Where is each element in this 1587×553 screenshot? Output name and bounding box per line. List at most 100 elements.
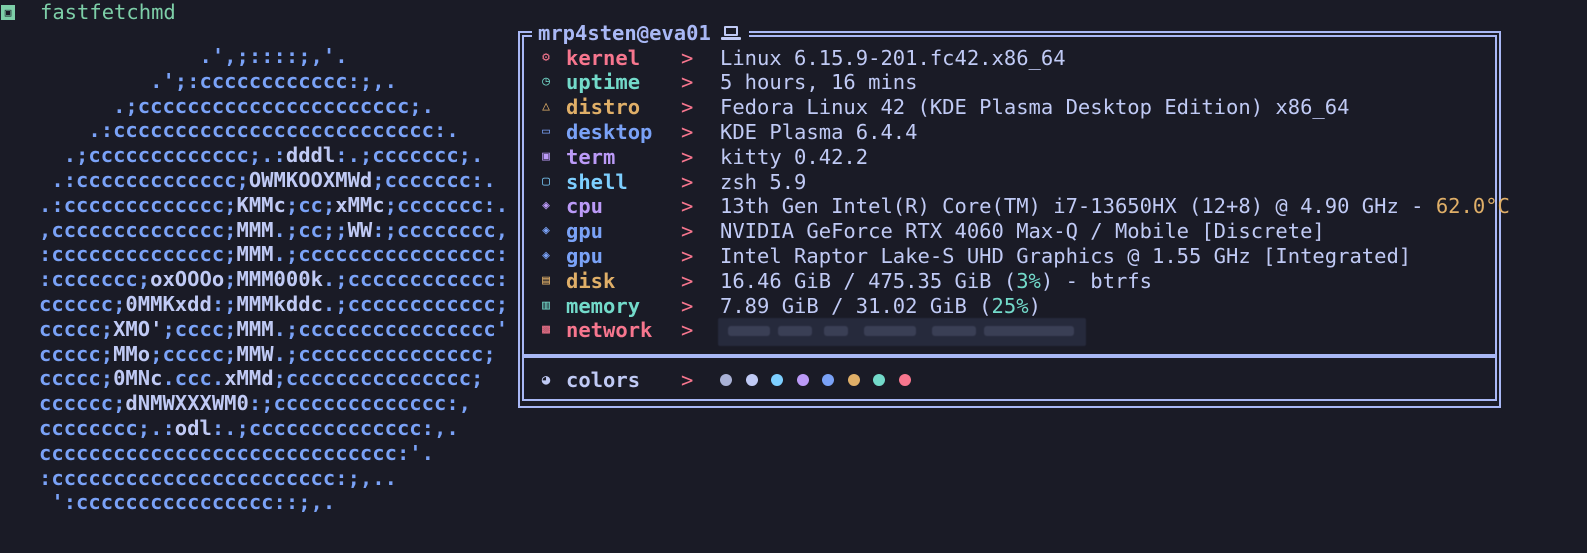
color-swatch (898, 374, 911, 386)
arrow: > (681, 219, 694, 244)
ascii-logo-line: ccccccccccccccccccccccccccccc:'. (2, 440, 434, 465)
value-text: ) (1028, 293, 1041, 318)
usage-percent: 3% (1016, 268, 1041, 293)
info-value: Fedora Linux 42 (KDE Plasma Desktop Edit… (720, 95, 1349, 120)
info-value: 5 hours, 16 mins (720, 70, 917, 95)
info-key: kernel (566, 45, 641, 70)
arrow: > (681, 70, 694, 95)
ascii-logo-line: ':cccccccccccccccc::;,. (2, 490, 336, 515)
terminal-icon: ▣ (1, 4, 15, 20)
info-key: distro (566, 95, 641, 120)
info-key: gpu (566, 219, 604, 244)
ascii-logo-line: :ccccccc;oxOOOo;MMM000k.;cccccccccccc: (2, 267, 509, 292)
clock-icon: ◷ (542, 74, 550, 90)
info-key: memory (566, 293, 641, 318)
ascii-logo-line: ccccc;XMO';cccc;MMM.;cccccccccccccccc' (2, 316, 509, 341)
ascii-logo-line: :ccccccccccccccccccccccc:;,.. (2, 465, 397, 490)
value-text: KDE Plasma 6.4.4 (720, 119, 918, 144)
arrow: > (681, 194, 694, 219)
laptop-icon (720, 26, 741, 40)
arrow: > (681, 268, 694, 293)
info-panel: mrp4sten@eva01 ⚙ kernel > Linux 6.15.9-201.… (518, 21, 1510, 408)
info-value: kitty 0.42.2 (720, 145, 868, 170)
arrow: > (681, 318, 694, 343)
ascii-logo-line: .:ccccccccccccc;OWMKOOXMWd;ccccccc:. (2, 167, 496, 192)
ascii-logo-line: cccccc;dNMWXXXWM0:;cccccccccccccc:, (2, 391, 472, 416)
info-key: desktop (566, 119, 653, 144)
arrow: > (681, 293, 694, 318)
chip-icon: ◈ (542, 247, 550, 263)
redacted-network-value (718, 318, 1086, 347)
info-value: zsh 5.9 (720, 170, 806, 195)
value-text: Fedora Linux 42 (KDE Plasma Desktop Edit… (720, 95, 1350, 120)
value-text: 16.46 GiB / 475.35 GiB ( (720, 268, 1017, 293)
ascii-logo-line: .;ccccccccccccc;.:dddl:.;ccccccc;. (2, 143, 484, 168)
color-swatch (771, 374, 783, 386)
info-value: 13th Gen Intel(R) Core(TM) i7-13650HX (1… (720, 194, 1510, 219)
usage-percent: 25% (991, 293, 1029, 318)
color-swatch (822, 374, 834, 386)
linux-icon: △ (542, 99, 550, 115)
arrow: > (681, 144, 694, 169)
arrow: > (681, 119, 694, 144)
terminal-icon: ▣ (542, 148, 550, 164)
gear-icon: ⚙ (542, 49, 550, 65)
value-text: Linux 6.15.9-201.fc42.x86_64 (720, 45, 1066, 70)
ascii-logo-line: :cccccccccccccc;MMM.;cccccccccccccccc: (2, 242, 509, 267)
arrow: > (681, 45, 694, 70)
colors-key: colors (566, 368, 641, 392)
user-host: mrp4sten@eva01 (538, 21, 711, 45)
ascii-logo-line: cccccccc;.:odl:.;cccccccccccccc:,. (2, 415, 459, 440)
disk-icon: ▤ (542, 272, 550, 288)
ascii-logo-line: .:ccccccccccccc;KMMc;cc;xMMc;ccccccc:. (2, 192, 509, 217)
ascii-logo-line: cccccc;0MMKxdd:;MMMkddc.;cccccccccccc; (2, 291, 509, 316)
value-text: Intel Raptor Lake-S UHD Graphics @ 1.55 … (720, 243, 1412, 268)
info-value: 16.46 GiB / 475.35 GiB (3%) - btrfs (720, 269, 1152, 294)
title-bar: ▣ fastfetchmd (0, 0, 176, 24)
value-text: kitty 0.42.2 (720, 144, 869, 169)
window-title: fastfetchmd (40, 0, 176, 24)
info-key: term (566, 144, 616, 169)
info-value: Intel Raptor Lake-S UHD Graphics @ 1.55 … (720, 244, 1411, 269)
value-text: 5 hours, 16 mins (720, 70, 918, 95)
value-text: ) - btrfs (1040, 268, 1152, 293)
value-text: zsh 5.9 (720, 169, 807, 194)
arrow: > (681, 368, 694, 392)
chip-icon: ◈ (542, 198, 550, 214)
info-key: cpu (566, 194, 604, 219)
chip-icon: ◈ (542, 223, 550, 239)
network-icon: ▩ (542, 322, 550, 338)
info-value: NVIDIA GeForce RTX 4060 Max-Q / Mobile [… (720, 219, 1325, 244)
ascii-logo-line: ccccc;MMo;ccccc;MMW.;ccccccccccccccc; (2, 341, 496, 366)
user-host-header: mrp4sten@eva01 (532, 21, 749, 45)
info-key: network (566, 318, 653, 343)
fedora-ascii-logo: .',;::::;,'. .';:cccccccccccc:;,. .;cccc… (2, 44, 508, 515)
ascii-logo-line: .;cccccccccccccccccccccc;. (2, 93, 434, 118)
ascii-logo-line: .';:cccccccccccc:;,. (2, 68, 397, 93)
color-swatch (873, 374, 885, 386)
value-text: NVIDIA GeForce RTX 4060 Max-Q / Mobile [… (720, 219, 1325, 244)
memory-icon: ▥ (542, 297, 550, 313)
info-key: shell (566, 169, 628, 194)
colors-row: ◕ colors > (518, 368, 1501, 393)
arrow: > (681, 243, 694, 268)
info-value: Linux 6.15.9-201.fc42.x86_64 (720, 46, 1066, 71)
ascii-logo-line: ,cccccccccccccc;MMM.;cc;;WW:;cccccccc, (2, 217, 509, 242)
info-key: uptime (566, 70, 641, 95)
ascii-logo-line: ccccc;0MNc.ccc.xMMd;ccccccccccccccc; (2, 366, 484, 391)
value-text: 7.89 GiB / 31.02 GiB ( (720, 293, 992, 318)
arrow: > (681, 95, 694, 120)
palette-icon: ◕ (541, 372, 551, 388)
color-swatch (796, 374, 809, 386)
shell-icon: ▢ (542, 173, 550, 189)
monitor-icon: ▭ (542, 123, 550, 139)
color-swatch (847, 374, 860, 386)
color-swatch (745, 374, 758, 386)
color-swatch (720, 374, 732, 386)
arrow: > (681, 169, 694, 194)
ascii-logo-line: .:cccccccccccccccccccccccccc:. (2, 118, 459, 143)
value-text: 13th Gen Intel(R) Core(TM) i7-13650HX (1… (720, 194, 1436, 219)
info-value: KDE Plasma 6.4.4 (720, 120, 917, 145)
info-key: gpu (566, 243, 604, 268)
info-key: disk (566, 268, 616, 293)
